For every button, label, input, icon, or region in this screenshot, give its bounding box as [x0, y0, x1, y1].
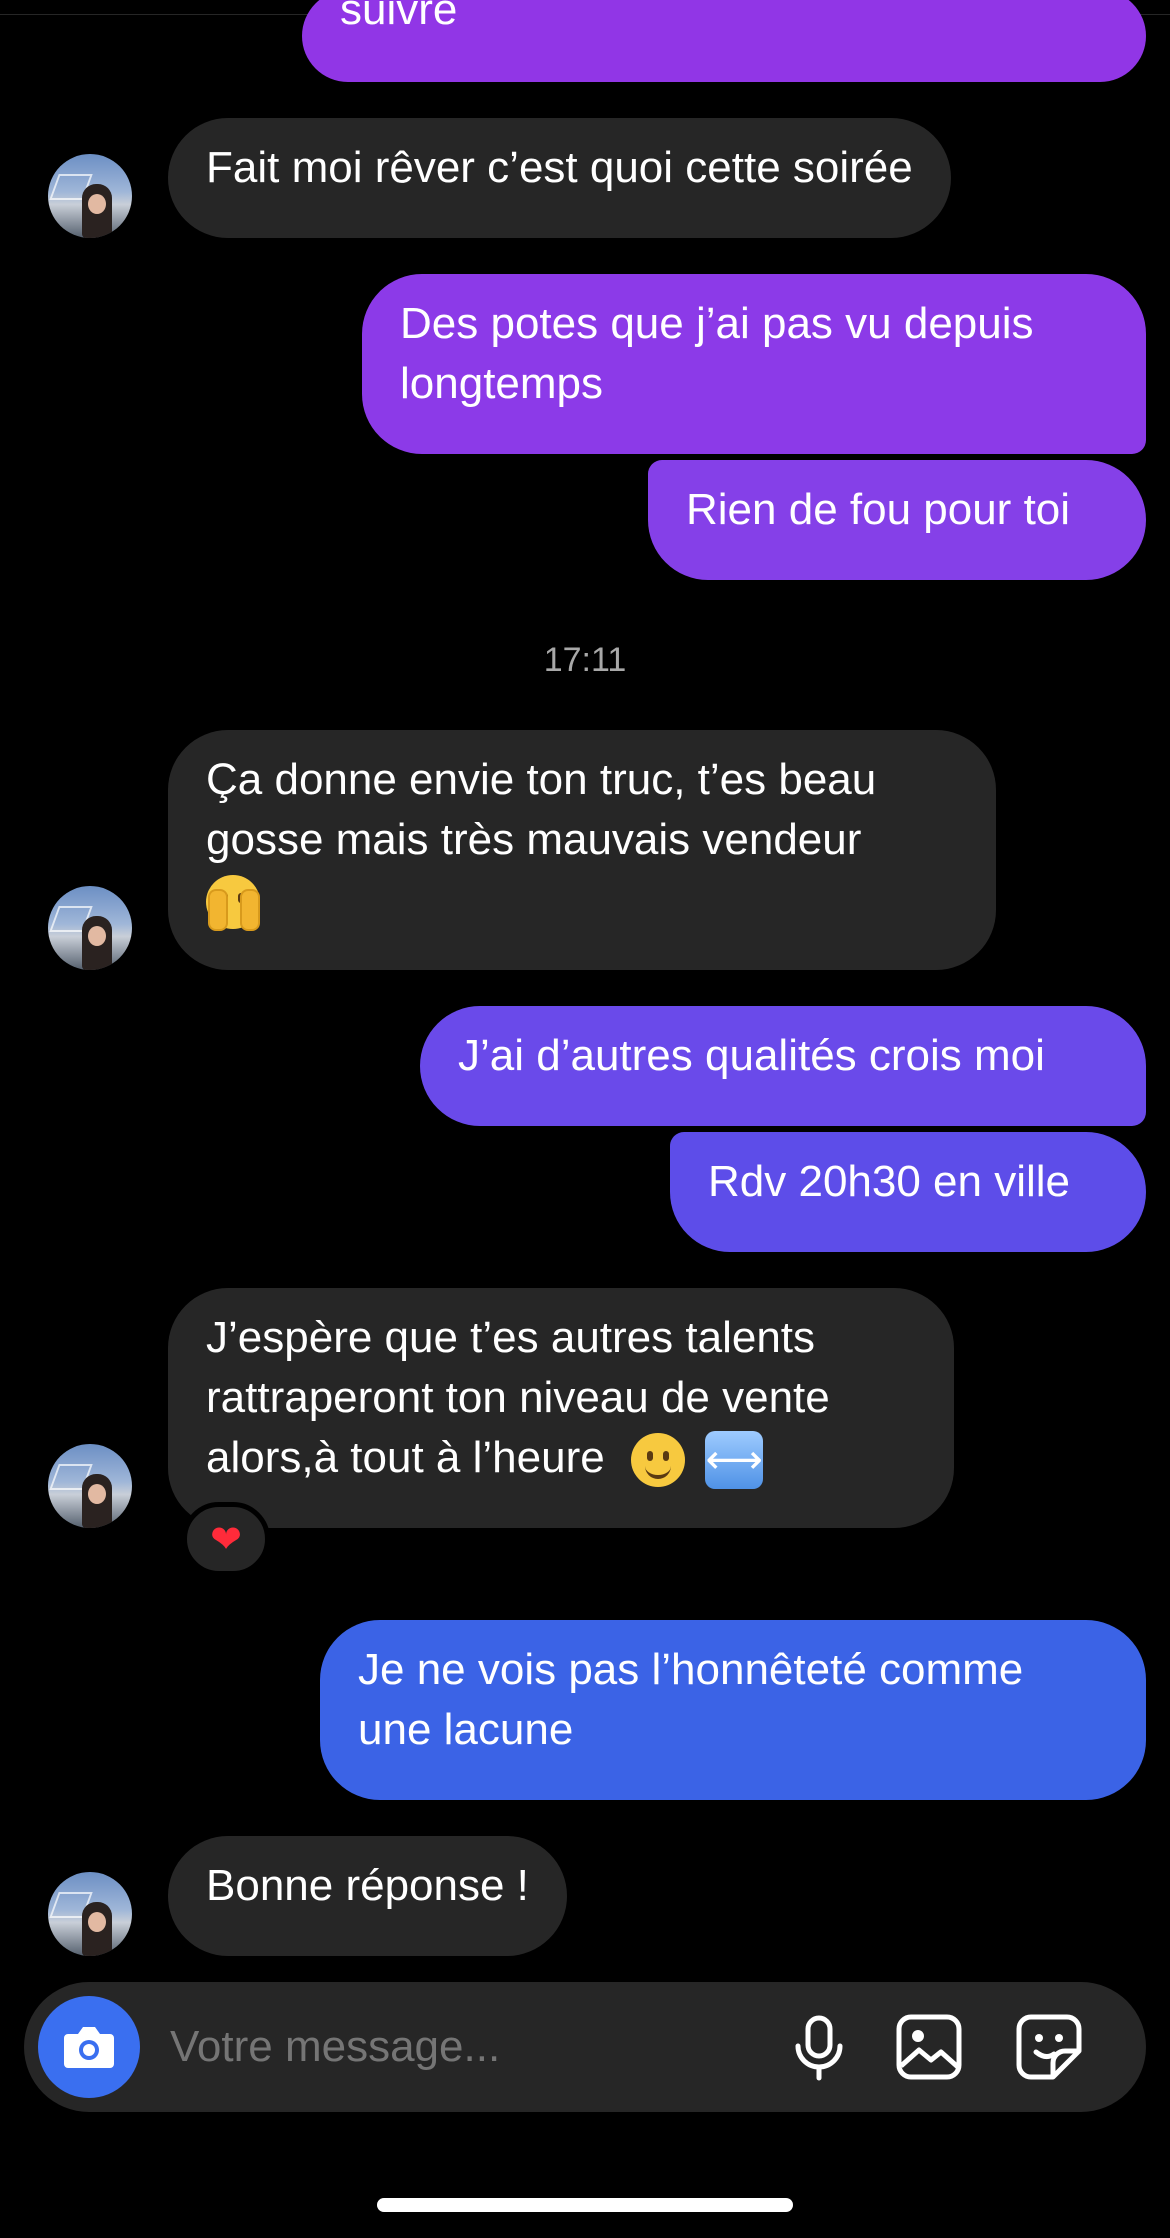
- sent-message[interactable]: Des potes que j’ai pas vu depuis longtem…: [362, 274, 1146, 454]
- message-text: Rdv 20h30 en ville: [708, 1157, 1071, 1206]
- sent-message[interactable]: suivre: [302, 0, 1146, 82]
- received-message[interactable]: Fait moi rêver c’est quoi cette soirée: [168, 118, 951, 238]
- avatar-face: [88, 926, 106, 946]
- avatar-face: [88, 1912, 106, 1932]
- avatar-face: [88, 1484, 106, 1504]
- microphone-icon: [795, 2015, 843, 2081]
- contact-avatar[interactable]: [48, 154, 132, 238]
- message-text: Fait moi rêver c’est quoi cette soirée: [206, 143, 913, 192]
- contact-avatar[interactable]: [48, 1872, 132, 1956]
- message-text-line: Je ne vois pas l’honnêteté comme: [358, 1645, 1024, 1694]
- message-text: Bonne réponse !: [206, 1861, 529, 1910]
- sent-message[interactable]: Je ne vois pas l’honnêteté comme une lac…: [320, 1620, 1146, 1800]
- gallery-button[interactable]: [894, 2012, 964, 2082]
- microphone-button[interactable]: [784, 2012, 854, 2082]
- camera-icon: [64, 2027, 114, 2068]
- message-text: suivre: [340, 0, 458, 34]
- slightly-smiling-face-icon: [630, 1433, 685, 1488]
- message-composer: [24, 1982, 1146, 2112]
- sent-message[interactable]: Rdv 20h30 en ville: [670, 1132, 1146, 1252]
- message-text-line: Des potes que j’ai pas vu depuis: [400, 299, 1034, 348]
- received-message[interactable]: Ça donne envie ton truc, t’es beau gosse…: [168, 730, 996, 970]
- sent-message[interactable]: J’ai d’autres qualités crois moi: [420, 1006, 1146, 1126]
- sticker-icon: [1016, 2014, 1082, 2080]
- contact-avatar[interactable]: [48, 1444, 132, 1528]
- message-text-line: J’espère que t’es autres talents: [206, 1313, 816, 1362]
- message-text: Rien de fou pour toi: [686, 485, 1071, 534]
- received-message[interactable]: J’espère que t’es autres talents rattrap…: [168, 1288, 954, 1528]
- contact-avatar[interactable]: [48, 886, 132, 970]
- sticker-button[interactable]: [1014, 2012, 1084, 2082]
- message-text-line: gosse mais très mauvais vendeur: [206, 815, 862, 864]
- left-right-arrow-icon: ⟷: [705, 1431, 764, 1490]
- sent-message[interactable]: Rien de fou pour toi: [648, 460, 1146, 580]
- message-text-line: rattraperont ton niveau de vente: [206, 1373, 830, 1422]
- heart-reaction-icon[interactable]: ❤: [182, 1502, 270, 1576]
- message-text-line: longtemps: [400, 359, 604, 408]
- received-message[interactable]: Bonne réponse !: [168, 1836, 567, 1956]
- avatar-face: [88, 194, 106, 214]
- gallery-icon: [896, 2014, 962, 2080]
- message-text-line: Ça donne envie ton truc, t’es beau: [206, 755, 877, 804]
- message-timestamp: 17:11: [543, 641, 627, 679]
- camera-button[interactable]: [38, 1996, 140, 2098]
- home-indicator[interactable]: [377, 2198, 793, 2212]
- face-with-hand-over-mouth-icon: [206, 875, 260, 932]
- message-input[interactable]: [170, 2017, 770, 2077]
- message-text-line: une lacune: [358, 1705, 574, 1754]
- message-text: J’ai d’autres qualités crois moi: [458, 1031, 1045, 1080]
- message-text-line: alors,à tout à l’heure: [206, 1433, 605, 1482]
